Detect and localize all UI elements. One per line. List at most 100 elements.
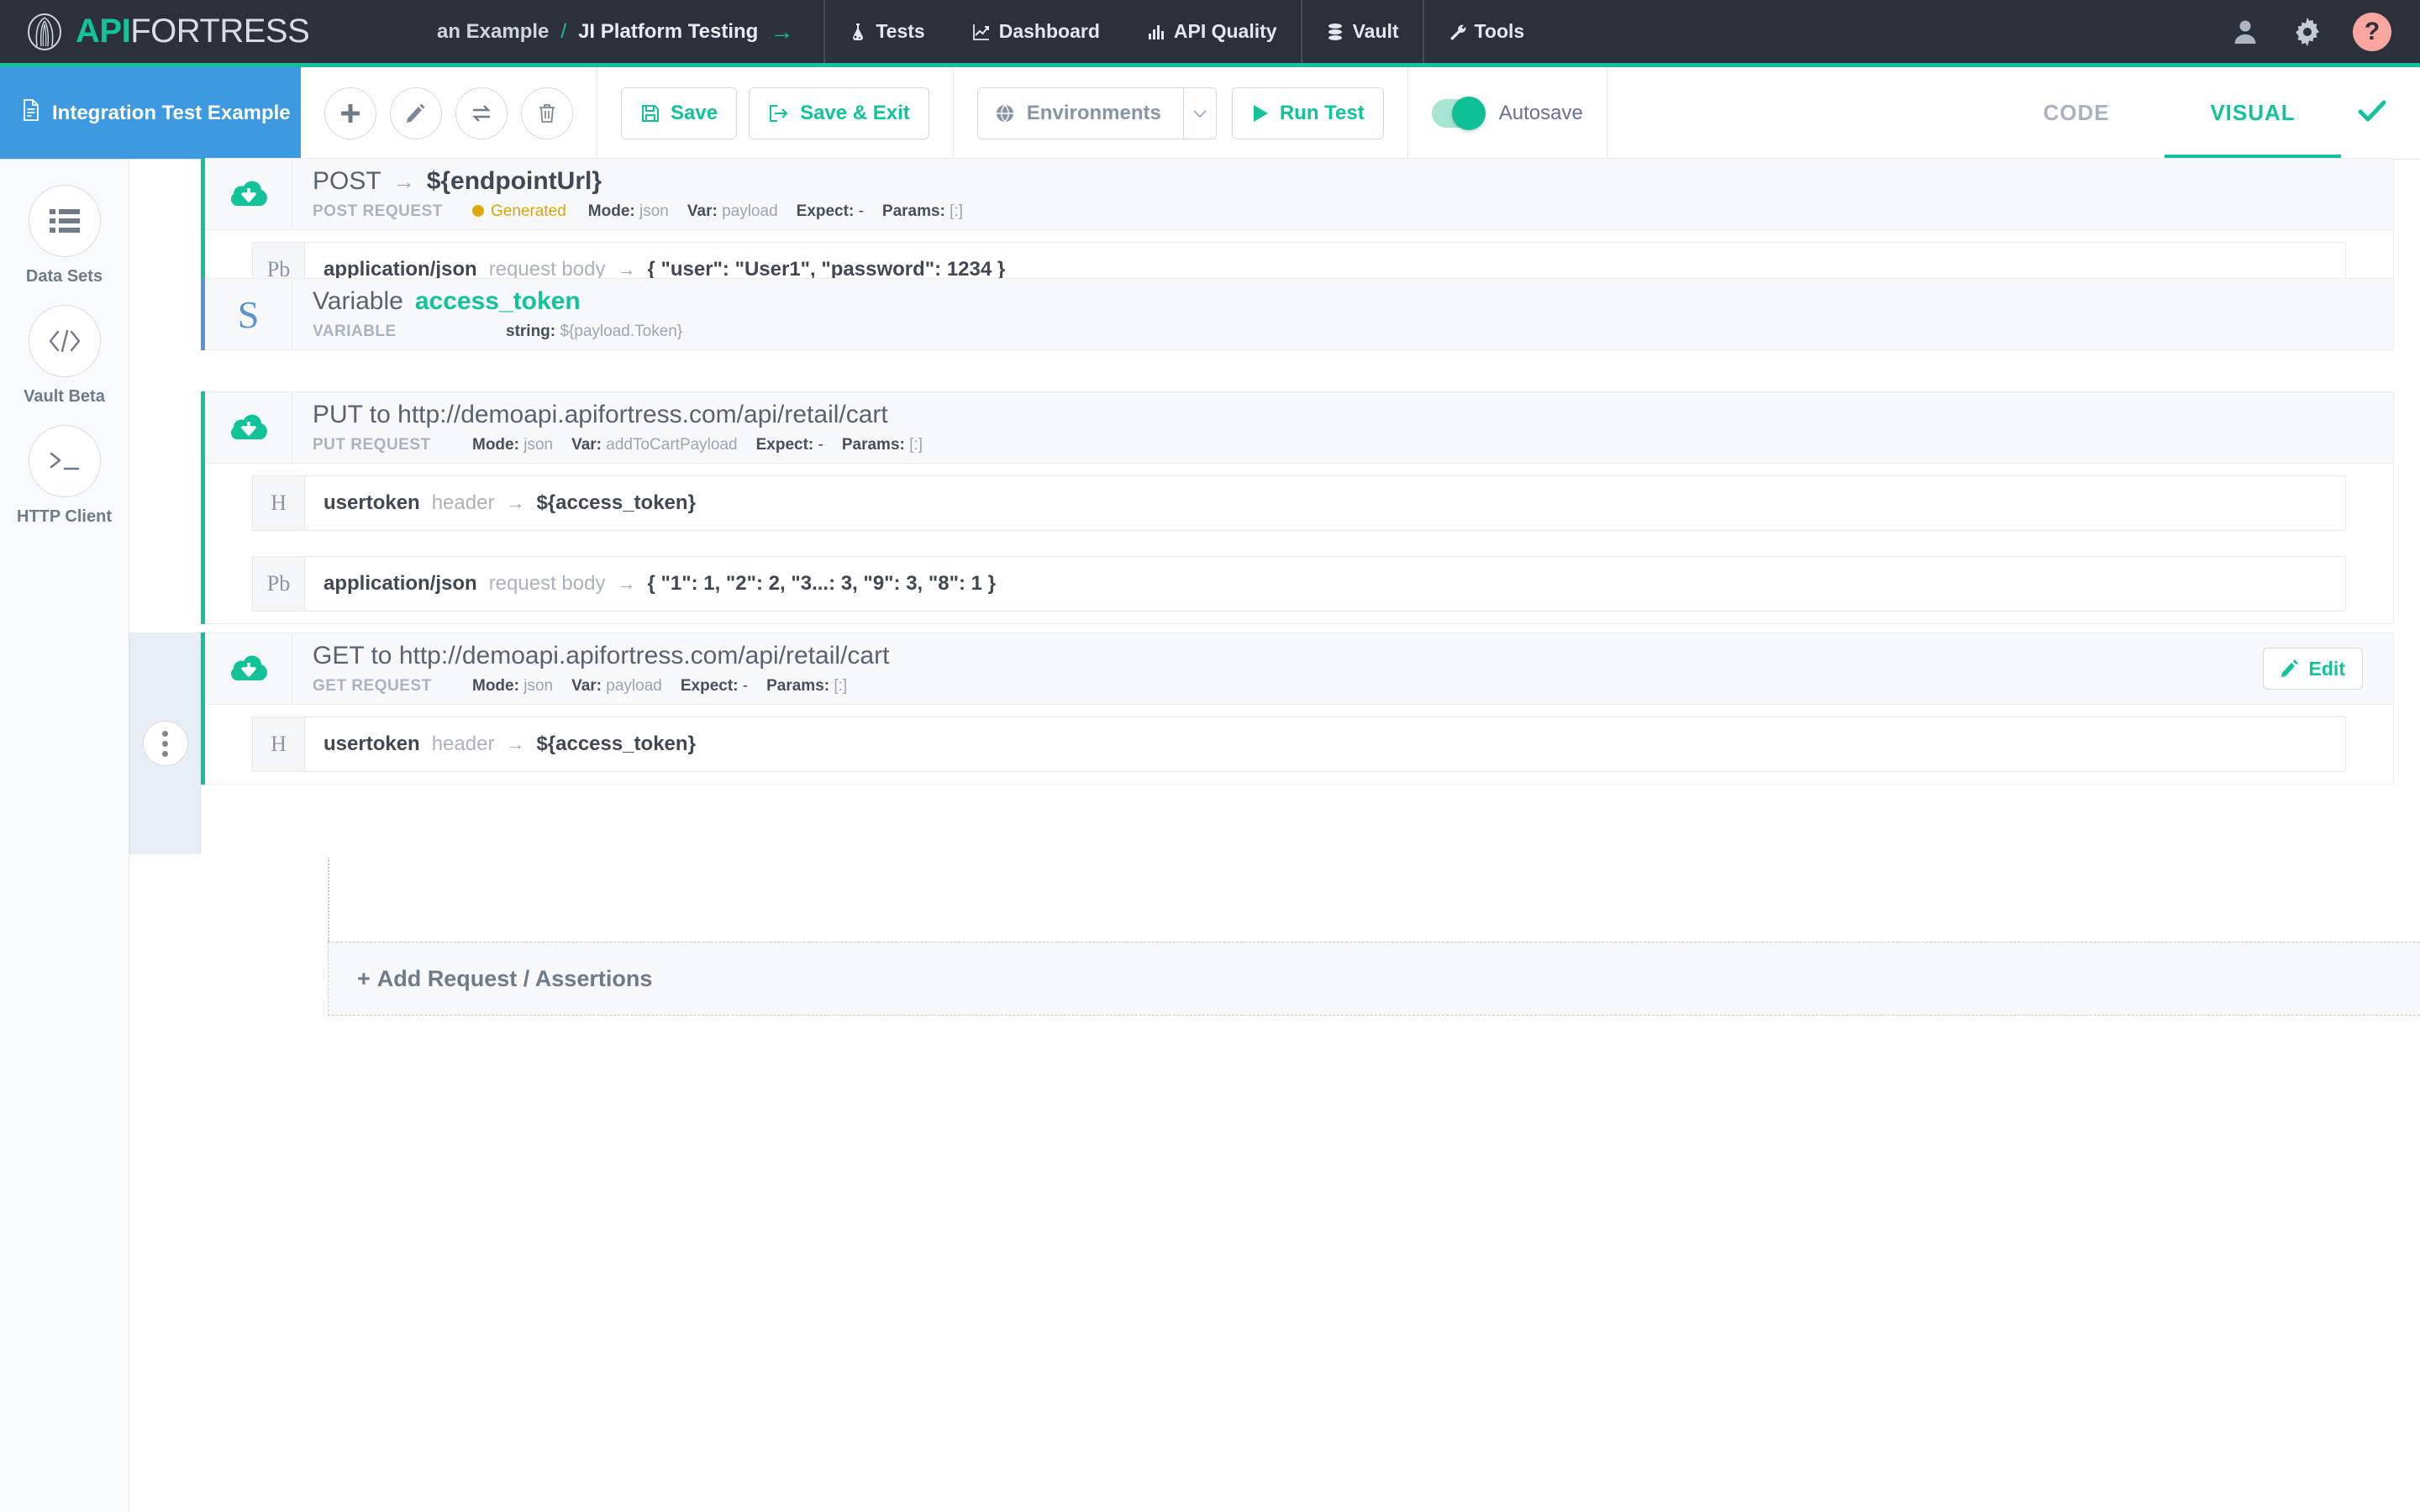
nav-item-dashboard[interactable]: Dashboard: [949, 0, 1123, 63]
step-block-get[interactable]: GET to http://demoapi.apifortress.com/ap…: [201, 633, 2394, 785]
nav-item-tests[interactable]: Tests: [825, 0, 948, 63]
rail-item-data-sets[interactable]: Data Sets: [0, 185, 129, 286]
meta-mode-put: Mode: json: [472, 436, 553, 454]
step-title-post: POST → ${endpointUrl}: [313, 167, 981, 196]
breadcrumb-arrow-icon[interactable]: →: [770, 20, 793, 44]
meta-var-value: addToCartPayload: [606, 436, 737, 454]
add-button[interactable]: [324, 87, 376, 139]
meta-var-post: Var: payload: [687, 202, 778, 221]
step-meta-post: POST REQUEST Generated Mode: json Var: p…: [313, 202, 981, 221]
meta-params-value: [:]: [834, 677, 847, 695]
header-row[interactable]: H usertoken header → ${access_token}: [252, 717, 2346, 772]
environments-select[interactable]: Environments: [977, 87, 1217, 139]
save-button[interactable]: Save: [621, 87, 737, 139]
autosave-toggle-wrap[interactable]: Autosave: [1432, 99, 1583, 128]
row-tag-h: H: [253, 717, 305, 771]
add-request-assertions-label: Add Request / Assertions: [377, 966, 653, 992]
tab-visual[interactable]: VISUAL: [2165, 67, 2341, 159]
step-body-get: GET to http://demoapi.apifortress.com/ap…: [292, 633, 889, 704]
test-steps-canvas: POST → ${endpointUrl} POST REQUEST Gener…: [129, 160, 2420, 1512]
header-row[interactable]: H usertoken header → ${access_token}: [252, 475, 2346, 531]
main-nav-items: Tests Dashboard API Quality Vault Tools: [825, 0, 1548, 63]
delete-button[interactable]: [521, 87, 573, 139]
nav-item-vault[interactable]: Vault: [1301, 0, 1423, 63]
help-icon[interactable]: ?: [2353, 13, 2391, 51]
meta-expect-get: Expect: -: [681, 677, 748, 696]
request-body-row[interactable]: Pb application/json request body → { "1"…: [252, 556, 2346, 612]
step-block-put[interactable]: PUT to http://demoapi.apifortress.com/ap…: [201, 391, 2394, 624]
cloud-download-icon: [205, 392, 292, 463]
nav-item-tools[interactable]: Tools: [1423, 0, 1549, 63]
autosave-toggle[interactable]: [1432, 99, 1484, 128]
row-desc: header: [432, 732, 495, 756]
step-body-post: POST → ${endpointUrl} POST REQUEST Gener…: [292, 159, 981, 229]
dot: [162, 731, 168, 737]
step-url-post: ${endpointUrl}: [427, 167, 602, 196]
step-block-variable[interactable]: S Variable access_token VARIABLE string:…: [201, 278, 2394, 350]
step-header-put[interactable]: PUT to http://demoapi.apifortress.com/ap…: [205, 391, 2394, 464]
pencil-icon: [2281, 659, 2299, 678]
breadcrumb-project[interactable]: JI Platform Testing: [578, 20, 758, 44]
meta-mode-key: Mode:: [472, 436, 519, 454]
run-group: Environments Run Test: [954, 67, 1408, 159]
step-variable-prefix: Variable: [313, 287, 403, 316]
meta-var-key: Var:: [571, 436, 602, 454]
brand-logo-area[interactable]: APIFORTRESS: [0, 13, 403, 51]
variable-letter: S: [238, 292, 260, 337]
gear-icon[interactable]: [2291, 15, 2324, 49]
object-actions-group: [301, 67, 597, 159]
meta-mode-value: json: [523, 436, 553, 454]
arrow-icon: →: [617, 573, 635, 595]
meta-var-value: payload: [722, 202, 778, 220]
breadcrumb-team[interactable]: an Example: [437, 20, 549, 44]
step-header-get[interactable]: GET to http://demoapi.apifortress.com/ap…: [205, 633, 2394, 705]
environments-select-main[interactable]: Environments: [977, 87, 1183, 139]
editor-toolbar: Integration Test Example Save Save & Exi…: [0, 67, 2420, 160]
save-exit-button[interactable]: Save & Exit: [749, 87, 929, 139]
add-request-assertions-button[interactable]: + Add Request / Assertions: [328, 942, 2420, 1016]
step-header-post[interactable]: POST → ${endpointUrl} POST REQUEST Gener…: [205, 158, 2394, 230]
test-name-chip[interactable]: Integration Test Example: [0, 67, 301, 159]
step-title-get: GET to http://demoapi.apifortress.com/ap…: [313, 642, 889, 670]
nav-item-api-quality[interactable]: API Quality: [1123, 0, 1301, 63]
dot: [162, 751, 168, 757]
meta-string-value: ${payload.Token}: [560, 323, 682, 340]
run-test-button[interactable]: Run Test: [1232, 87, 1384, 139]
rail-item-http-client[interactable]: HTTP Client: [0, 425, 129, 527]
meta-expect-post: Expect: -: [797, 202, 864, 221]
step-gutter-selected[interactable]: [129, 633, 201, 854]
list-icon: [29, 185, 101, 257]
swap-button[interactable]: [455, 87, 508, 139]
tab-visual-label: VISUAL: [2210, 100, 2295, 126]
tab-code-label: CODE: [2043, 100, 2109, 126]
step-meta-put: PUT REQUEST Mode: json Var: addToCartPay…: [313, 436, 941, 454]
meta-params-get: Params: [:]: [766, 677, 847, 696]
apifortress-logo-icon: [25, 13, 64, 51]
kebab-menu-icon[interactable]: [143, 721, 188, 766]
meta-expect-value: -: [743, 677, 748, 695]
edit-step-button[interactable]: Edit: [2263, 648, 2363, 690]
rail-item-http-client-label: HTTP Client: [17, 507, 112, 527]
cloud-download-icon: [205, 633, 292, 704]
rail-item-vault-beta[interactable]: Vault Beta: [0, 305, 129, 407]
step-header-variable[interactable]: S Variable access_token VARIABLE string:…: [205, 278, 2394, 350]
save-actions-group: Save Save & Exit: [597, 67, 954, 159]
edit-button[interactable]: [390, 87, 442, 139]
wrench-icon: [1448, 23, 1466, 41]
chevron-down-icon[interactable]: [1183, 87, 1217, 139]
arrow-icon: →: [506, 733, 524, 755]
step-body-put: PUT to http://demoapi.apifortress.com/ap…: [292, 392, 941, 463]
meta-expect-value: -: [818, 436, 823, 454]
rail-item-vault-beta-label: Vault Beta: [24, 387, 105, 407]
tab-code[interactable]: CODE: [1988, 67, 2165, 159]
generated-dot-icon: [472, 205, 484, 217]
step-type-label-variable: VARIABLE: [313, 323, 506, 341]
left-tool-rail: Data Sets Vault Beta HTTP Client: [0, 160, 129, 1512]
meta-params-key: Params:: [766, 677, 829, 695]
autosave-toggle-knob: [1452, 97, 1486, 130]
row-key: usertoken: [324, 732, 420, 756]
user-icon[interactable]: [2228, 15, 2262, 49]
meta-var-key: Var:: [687, 202, 718, 220]
top-navigation-bar: APIFORTRESS an Example / JI Platform Tes…: [0, 0, 2420, 67]
tests-icon: [849, 23, 867, 41]
